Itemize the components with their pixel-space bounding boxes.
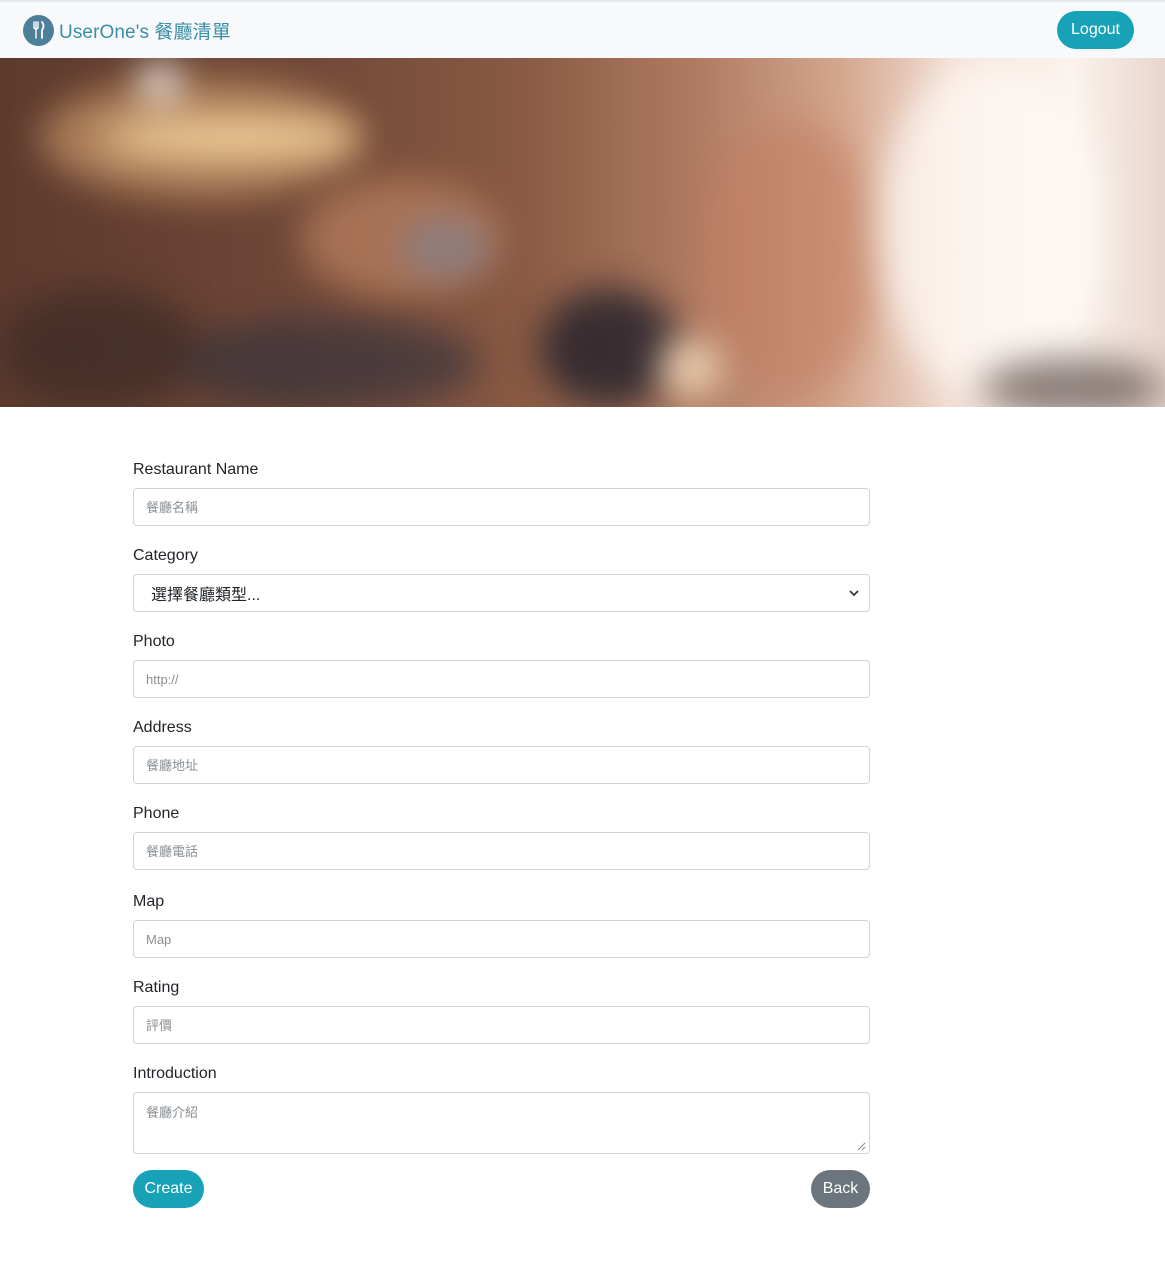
- category-select[interactable]: 選擇餐廳類型...: [133, 574, 870, 612]
- photo-label: Photo: [133, 633, 175, 650]
- rating-label: Rating: [133, 979, 180, 996]
- create-button[interactable]: Create: [133, 1170, 204, 1208]
- introduction-label: Introduction: [133, 1065, 217, 1082]
- photo-url-input[interactable]: [133, 660, 870, 698]
- field-phone: Phone: [133, 802, 870, 870]
- brand-link[interactable]: UserOne's 餐廳清單: [23, 14, 231, 46]
- back-button[interactable]: Back: [811, 1170, 870, 1208]
- logout-button[interactable]: Logout: [1057, 11, 1134, 49]
- restaurant-name-label: Restaurant Name: [133, 461, 259, 478]
- resize-handle-icon[interactable]: [857, 1142, 866, 1151]
- field-rating: Rating: [133, 976, 870, 1044]
- navbar: UserOne's 餐廳清單 Logout: [0, 0, 1165, 58]
- hero-image: [0, 58, 1165, 407]
- phone-label: Phone: [133, 805, 180, 822]
- address-input[interactable]: [133, 746, 870, 784]
- field-address: Address: [133, 716, 870, 784]
- brand-title: UserOne's 餐廳清單: [59, 21, 231, 43]
- restaurant-name-input[interactable]: [133, 488, 870, 526]
- utensils-icon: [23, 14, 54, 46]
- address-label: Address: [133, 719, 192, 736]
- category-label: Category: [133, 547, 198, 564]
- field-restaurant-name: Restaurant Name: [133, 458, 870, 526]
- map-input[interactable]: [133, 920, 870, 958]
- map-label: Map: [133, 893, 165, 910]
- category-selected-value: 選擇餐廳類型...: [151, 587, 261, 604]
- field-introduction: Introduction: [133, 1062, 870, 1154]
- field-category: Category 選擇餐廳類型...: [133, 544, 870, 612]
- phone-input[interactable]: [133, 832, 870, 870]
- field-photo: Photo: [133, 630, 870, 698]
- field-map: Map: [133, 890, 870, 958]
- introduction-textarea[interactable]: [133, 1092, 870, 1154]
- rating-input[interactable]: [133, 1006, 870, 1044]
- chevron-down-icon: [849, 590, 859, 597]
